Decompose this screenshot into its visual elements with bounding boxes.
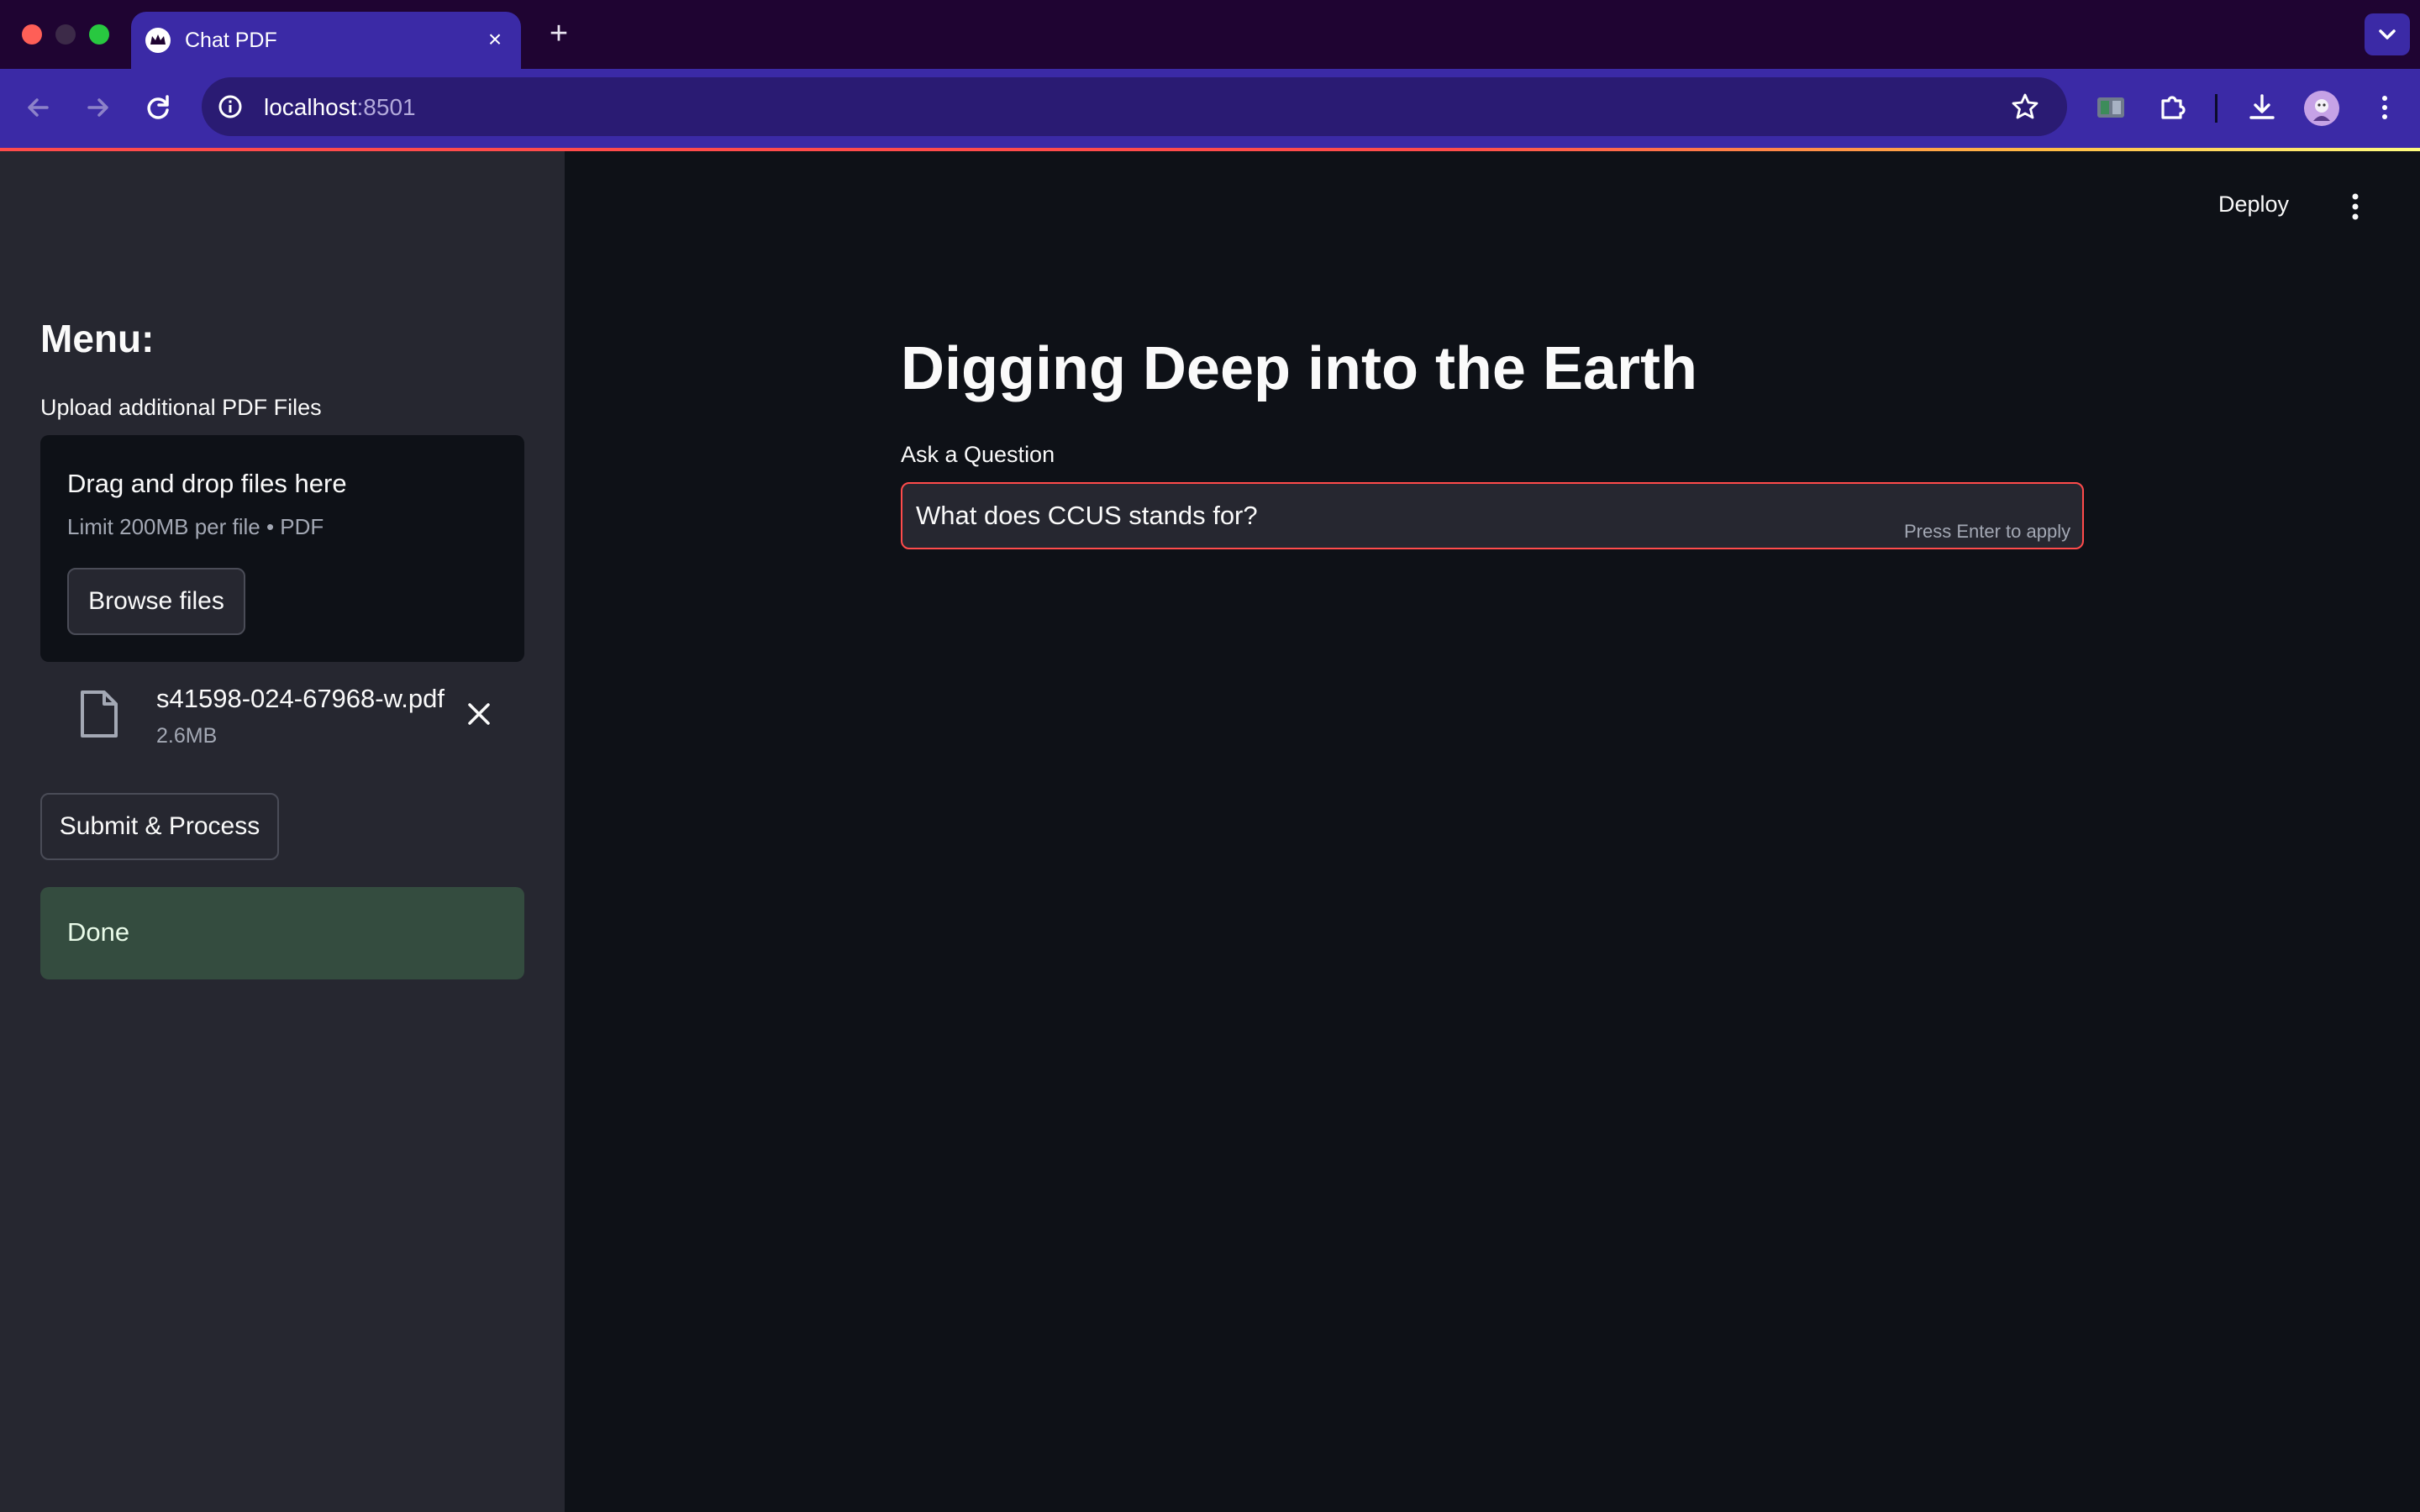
file-name: s41598-024-67968-w.pdf xyxy=(156,684,445,713)
browser-toolbar: localhost:8501 xyxy=(0,69,2420,148)
forward-icon[interactable] xyxy=(77,87,118,128)
new-tab-button[interactable]: + xyxy=(541,17,576,52)
tab-close-icon[interactable]: × xyxy=(481,25,509,54)
tab-search-button[interactable] xyxy=(2365,13,2410,55)
star-icon[interactable] xyxy=(2008,90,2042,123)
dropzone-limit-text: Limit 200MB per file • PDF xyxy=(67,514,324,539)
chevron-down-icon xyxy=(2379,29,2396,39)
url-text: localhost:8501 xyxy=(264,94,416,120)
dropzone-title: Drag and drop files here xyxy=(67,469,347,498)
profile-picture-icon xyxy=(2313,99,2330,121)
browser-tab-bar: Chat PDF × + xyxy=(0,0,2420,69)
puzzle-icon[interactable] xyxy=(2154,89,2191,126)
success-alert: Done xyxy=(40,887,524,979)
toolbar-separator xyxy=(2215,94,2217,123)
kebab-menu-icon[interactable] xyxy=(2341,190,2370,223)
window-close-button[interactable] xyxy=(22,24,42,45)
uploaded-file-item: s41598-024-67968-w.pdf 2.6MB xyxy=(40,672,524,764)
info-icon[interactable] xyxy=(213,90,247,123)
input-hint: Press Enter to apply xyxy=(1904,521,2071,542)
file-dropzone[interactable]: Drag and drop files here Limit 200MB per… xyxy=(40,435,524,662)
chrome-menu-icon[interactable] xyxy=(2366,89,2403,126)
window-zoom-button[interactable] xyxy=(89,24,109,45)
address-bar[interactable]: localhost:8501 xyxy=(202,77,2067,136)
download-icon[interactable] xyxy=(2244,89,2281,126)
page-title: Digging Deep into the Earth xyxy=(901,335,1697,402)
back-icon[interactable] xyxy=(18,87,59,128)
file-size: 2.6MB xyxy=(156,724,218,748)
extension-icon[interactable] xyxy=(2092,89,2129,126)
sidebar-title: Menu: xyxy=(40,317,155,360)
window-minimize-button[interactable] xyxy=(55,24,76,45)
crown-icon xyxy=(145,28,171,53)
browser-tab-active[interactable]: Chat PDF × xyxy=(131,12,521,69)
close-icon[interactable] xyxy=(462,697,496,731)
question-label: Ask a Question xyxy=(901,442,1055,467)
browse-files-button[interactable]: Browse files xyxy=(67,568,245,635)
tab-title: Chat PDF xyxy=(185,29,277,52)
submit-process-button[interactable]: Submit & Process xyxy=(40,793,279,860)
file-icon xyxy=(81,690,118,738)
success-message: Done xyxy=(67,917,130,947)
reload-icon[interactable] xyxy=(138,87,178,128)
upload-label: Upload additional PDF Files xyxy=(40,395,322,420)
deploy-button[interactable]: Deploy xyxy=(2218,192,2289,218)
profile-avatar[interactable] xyxy=(2304,91,2339,126)
